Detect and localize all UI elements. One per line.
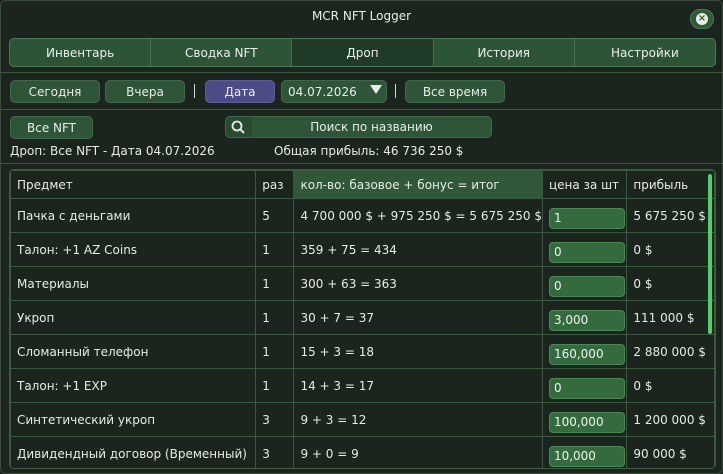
cell-profit: 0 $ bbox=[626, 232, 715, 267]
cell-profit: 0 $ bbox=[626, 266, 715, 301]
search-placeholder: Поиск по названию bbox=[310, 120, 433, 134]
main-tabs: Инвентарь Сводка NFT Дроп История Настро… bbox=[9, 38, 716, 67]
cell-quantity: 14 + 3 = 17 bbox=[293, 368, 543, 403]
cell-price: 3,000 bbox=[541, 300, 628, 335]
total-profit: Общая прибыль: 46 736 250 $ bbox=[274, 144, 464, 158]
column-header-times[interactable]: раз bbox=[255, 170, 295, 199]
search-icon bbox=[231, 120, 245, 134]
date-value: 04.07.2026 bbox=[288, 85, 357, 99]
cell-item: Сломанный телефон bbox=[10, 334, 257, 369]
today-button[interactable]: Сегодня bbox=[10, 80, 100, 103]
all-nft-button[interactable]: Все NFT bbox=[10, 116, 93, 139]
table-row: Дивидендный договор (Временный) 3 9 + 0 … bbox=[10, 436, 715, 468]
price-input[interactable]: 3,000 bbox=[548, 310, 625, 331]
table-row: Пачка с деньгами 5 4 700 000 $ + 975 250… bbox=[10, 198, 715, 233]
column-header-profit[interactable]: прибыль bbox=[626, 170, 715, 199]
divider bbox=[1, 72, 722, 73]
cell-times: 3 bbox=[255, 402, 295, 437]
tab-history[interactable]: История bbox=[434, 39, 575, 66]
cell-times: 3 bbox=[255, 436, 295, 468]
all-time-button[interactable]: Все время bbox=[405, 80, 505, 103]
date-select[interactable]: 04.07.2026 bbox=[281, 80, 387, 103]
cell-times: 1 bbox=[255, 266, 295, 301]
cell-profit: 111 000 $ bbox=[626, 300, 715, 335]
table-row: Талон: +1 AZ Coins 1 359 + 75 = 434 0 0 … bbox=[10, 232, 715, 267]
cell-item: Талон: +1 EXP bbox=[10, 368, 257, 403]
table-row: Укроп 1 30 + 7 = 37 3,000 111 000 $ bbox=[10, 300, 715, 335]
price-input[interactable]: 100,000 bbox=[548, 412, 625, 433]
cell-item: Укроп bbox=[10, 300, 257, 335]
drop-label: Дроп: Все NFT - Дата 04.07.2026 bbox=[10, 144, 215, 158]
cell-profit: 5 675 250 $ bbox=[626, 198, 715, 233]
drop-table-grid: Предмет раз кол-во: базовое + бонус = ит… bbox=[10, 170, 715, 468]
cell-price: 0 bbox=[541, 266, 628, 301]
price-input[interactable]: 0 bbox=[548, 378, 625, 399]
cell-item: Пачка с деньгами bbox=[10, 198, 257, 233]
price-input[interactable]: 0 bbox=[548, 242, 625, 263]
table-row: Сломанный телефон 1 15 + 3 = 18 160,000 … bbox=[10, 334, 715, 369]
date-button[interactable]: Дата bbox=[205, 80, 275, 103]
cell-profit: 90 000 $ bbox=[626, 436, 715, 468]
close-button[interactable]: × bbox=[690, 9, 714, 29]
tab-drop[interactable]: Дроп bbox=[292, 39, 434, 66]
cell-profit: 2 880 000 $ bbox=[626, 334, 715, 369]
yesterday-button[interactable]: Вчера bbox=[105, 80, 185, 103]
app-window: MCR NFT Logger × Инвентарь Сводка NFT Др… bbox=[0, 0, 723, 474]
price-input[interactable]: 0 bbox=[548, 276, 625, 297]
table-row: Синтетический укроп 3 9 + 3 = 12 100,000… bbox=[10, 402, 715, 437]
cell-item: Талон: +1 AZ Coins bbox=[10, 232, 257, 267]
table-header-row: Предмет раз кол-во: базовое + бонус = ит… bbox=[10, 170, 715, 199]
price-input[interactable]: 160,000 bbox=[548, 344, 625, 365]
filter-separator bbox=[194, 84, 195, 98]
column-header-item[interactable]: Предмет bbox=[10, 170, 257, 199]
cell-profit: 0 $ bbox=[626, 368, 715, 403]
drop-table: Предмет раз кол-во: базовое + бонус = ит… bbox=[9, 169, 716, 469]
column-header-price[interactable]: цена за шт bbox=[541, 170, 628, 199]
cell-price: 100,000 bbox=[541, 402, 628, 437]
cell-times: 1 bbox=[255, 232, 295, 267]
cell-times: 1 bbox=[255, 300, 295, 335]
dropdown-arrow-icon bbox=[370, 85, 382, 94]
price-input[interactable]: 10,000 bbox=[548, 446, 625, 467]
window-title: MCR NFT Logger bbox=[311, 9, 412, 23]
cell-quantity: 4 700 000 $ + 975 250 $ = 5 675 250 $ bbox=[293, 198, 543, 233]
cell-profit: 1 200 000 $ bbox=[626, 402, 715, 437]
cell-quantity: 9 + 0 = 9 bbox=[293, 436, 543, 468]
cell-item: Материалы bbox=[10, 266, 257, 301]
cell-item: Синтетический укроп bbox=[10, 402, 257, 437]
cell-price: 160,000 bbox=[541, 334, 628, 369]
table-row: Талон: +1 EXP 1 14 + 3 = 17 0 0 $ bbox=[10, 368, 715, 403]
column-header-quantity[interactable]: кол-во: базовое + бонус = итог bbox=[293, 170, 543, 199]
cell-quantity: 30 + 7 = 37 bbox=[293, 300, 543, 335]
search-icon-box bbox=[226, 117, 252, 137]
cell-price: 0 bbox=[541, 232, 628, 267]
tab-nft-summary[interactable]: Сводка NFT bbox=[151, 39, 293, 66]
divider bbox=[1, 109, 722, 110]
filter-separator bbox=[395, 84, 396, 98]
cell-quantity: 9 + 3 = 12 bbox=[293, 402, 543, 437]
table-row: Материалы 1 300 + 63 = 363 0 0 $ bbox=[10, 266, 715, 301]
cell-quantity: 359 + 75 = 434 bbox=[293, 232, 543, 267]
cell-price: 0 bbox=[541, 368, 628, 403]
tab-settings[interactable]: Настройки bbox=[575, 39, 715, 66]
cell-times: 1 bbox=[255, 368, 295, 403]
search-input[interactable]: Поиск по названию bbox=[225, 116, 492, 138]
cell-times: 1 bbox=[255, 334, 295, 369]
cell-price: 10,000 bbox=[541, 436, 628, 468]
cell-times: 5 bbox=[255, 198, 295, 233]
tab-inventory[interactable]: Инвентарь bbox=[10, 39, 152, 66]
table-scrollbar[interactable] bbox=[708, 174, 712, 334]
price-input[interactable]: 1 bbox=[548, 208, 625, 229]
cell-quantity: 15 + 3 = 18 bbox=[293, 334, 543, 369]
cell-item: Дивидендный договор (Временный) bbox=[10, 436, 257, 468]
cell-price: 1 bbox=[541, 198, 628, 233]
close-icon: × bbox=[696, 13, 708, 25]
title-bar: MCR NFT Logger × bbox=[1, 1, 722, 34]
cell-quantity: 300 + 63 = 363 bbox=[293, 266, 543, 301]
divider bbox=[1, 163, 722, 164]
